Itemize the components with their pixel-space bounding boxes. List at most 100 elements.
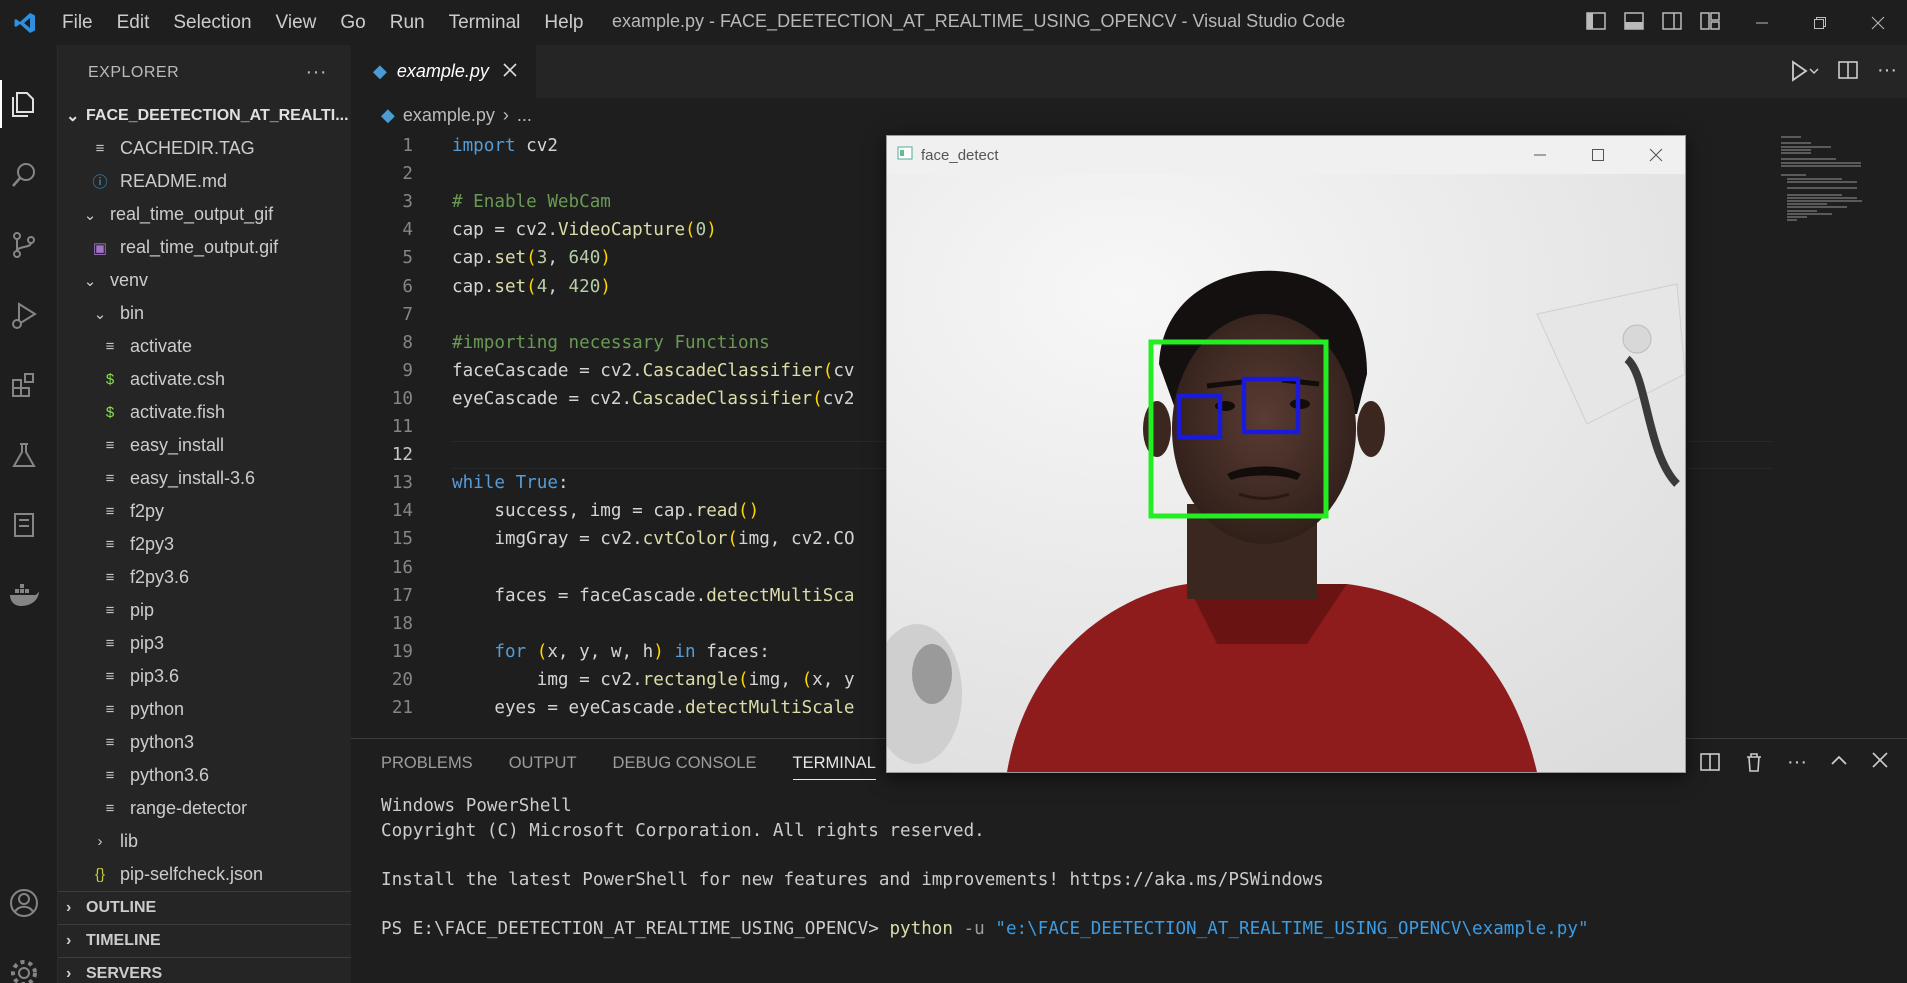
tree-item[interactable]: $ activate.csh xyxy=(58,363,351,396)
editor-actions: ··· xyxy=(1789,59,1897,88)
run-python-file-icon[interactable] xyxy=(1789,59,1819,88)
tree-item[interactable]: ≡ activate xyxy=(58,330,351,363)
code-text: while True: xyxy=(452,473,569,494)
notebook-icon[interactable] xyxy=(0,501,48,549)
tree-item[interactable]: ≡ easy_install-3.6 xyxy=(58,462,351,495)
toggle-primary-sidebar-icon[interactable] xyxy=(1585,10,1609,34)
line-number: 2 xyxy=(402,164,413,185)
file-icon: ≡ xyxy=(105,701,115,718)
file-icon: ≡ xyxy=(95,140,105,157)
section-servers[interactable]: › SERVERS xyxy=(58,957,351,983)
face-window-controls xyxy=(1511,136,1685,174)
search-icon[interactable] xyxy=(0,151,48,199)
tab-example-py[interactable]: ◆ example.py xyxy=(351,45,536,98)
menu-view[interactable]: View xyxy=(264,12,329,34)
breadcrumb-file[interactable]: example.py xyxy=(403,105,495,126)
restore-icon[interactable] xyxy=(1791,0,1849,45)
tree-item[interactable]: ⌄ bin xyxy=(58,297,351,330)
tree-item-label: pip xyxy=(130,600,155,620)
close-icon[interactable] xyxy=(1849,0,1907,45)
menu-edit[interactable]: Edit xyxy=(105,12,162,34)
face-detect-window[interactable]: face_detect xyxy=(886,135,1686,773)
minimap-line xyxy=(1781,145,1831,148)
line-number: 8 xyxy=(402,332,413,353)
terminal-output[interactable]: Windows PowerShell Copyright (C) Microsof… xyxy=(381,794,1589,941)
tree-item[interactable]: ▣ real_time_output.gif xyxy=(58,231,351,264)
tree-item[interactable]: ≡ f2py3 xyxy=(58,528,351,561)
tree-item[interactable]: ≡ f2py xyxy=(58,495,351,528)
tab-output[interactable]: OUTPUT xyxy=(509,754,577,780)
tree-item-label: real_time_output.gif xyxy=(120,237,279,257)
tab-terminal[interactable]: TERMINAL xyxy=(792,754,876,780)
minimap-line xyxy=(1787,216,1807,218)
tree-item[interactable]: ≡ range-detector xyxy=(58,792,351,825)
minimap-line xyxy=(1781,174,1806,177)
tree-item[interactable]: › lib xyxy=(58,825,351,858)
toggle-secondary-sidebar-icon[interactable] xyxy=(1661,10,1685,34)
tab-close-icon[interactable] xyxy=(503,61,517,82)
tree-item[interactable]: ≡ python3.6 xyxy=(58,759,351,792)
settings-gear-icon[interactable] xyxy=(0,949,48,983)
line-number: 9 xyxy=(402,360,413,381)
more-actions-icon[interactable]: ··· xyxy=(1877,59,1897,88)
tree-item[interactable]: ≡ CACHEDIR.TAG xyxy=(58,132,351,165)
minimap[interactable] xyxy=(1777,132,1907,738)
face-detect-titlebar[interactable]: face_detect xyxy=(887,136,1685,174)
maximize-panel-icon[interactable] xyxy=(1829,751,1849,778)
file-icon: ≡ xyxy=(105,536,115,553)
close-icon[interactable] xyxy=(1627,136,1685,174)
account-icon[interactable] xyxy=(0,879,48,927)
testing-icon[interactable] xyxy=(0,431,48,479)
tree-item[interactable]: ⓘ README.md xyxy=(58,165,351,198)
more-actions-icon[interactable]: ··· xyxy=(306,61,327,84)
tree-item[interactable]: ≡ easy_install xyxy=(58,429,351,462)
maximize-icon[interactable] xyxy=(1569,136,1627,174)
source-control-icon[interactable] xyxy=(0,221,48,269)
customize-layout-icon[interactable] xyxy=(1699,10,1723,34)
menu-selection[interactable]: Selection xyxy=(161,12,263,34)
tab-problems[interactable]: PROBLEMS xyxy=(381,754,473,780)
tree-item-label: python xyxy=(130,699,185,719)
tree-item[interactable]: {} pip-selfcheck.json xyxy=(58,858,351,891)
tree-item[interactable]: ≡ f2py3.6 xyxy=(58,561,351,594)
minimize-icon[interactable] xyxy=(1511,136,1569,174)
trash-icon[interactable] xyxy=(1743,751,1765,778)
tree-item[interactable]: ⌄ real_time_output_gif xyxy=(58,198,351,231)
minimap-line xyxy=(1781,164,1861,167)
tree-item-label: activate.csh xyxy=(130,369,226,389)
code-text: eyeCascade = cv2.CascadeClassifier(cv2 xyxy=(452,388,855,409)
minimap-line xyxy=(1787,187,1857,190)
tree-item[interactable]: ≡ python xyxy=(58,693,351,726)
section-timeline[interactable]: › TIMELINE xyxy=(58,924,351,957)
extensions-icon[interactable] xyxy=(0,361,48,409)
tree-item[interactable]: ≡ pip3.6 xyxy=(58,660,351,693)
tree-item[interactable]: ≡ python3 xyxy=(58,726,351,759)
workspace-folder[interactable]: ⌄ FACE_DEETECTION_AT_REALTI... xyxy=(58,100,351,132)
tree-item[interactable]: ⌄ venv xyxy=(58,264,351,297)
tree-item[interactable]: ≡ pip3 xyxy=(58,627,351,660)
file-icon: ▣ xyxy=(92,239,108,257)
menu-go[interactable]: Go xyxy=(328,12,377,34)
split-terminal-icon[interactable] xyxy=(1699,751,1721,778)
section-outline[interactable]: › OUTLINE xyxy=(58,891,351,924)
breadcrumb: ◆ example.py › ... xyxy=(381,101,532,129)
more-actions-icon[interactable]: ··· xyxy=(1787,751,1807,778)
tree-item-label: f2py3.6 xyxy=(130,567,190,587)
tree-item[interactable]: $ activate.fish xyxy=(58,396,351,429)
close-panel-icon[interactable] xyxy=(1871,751,1889,778)
docker-icon[interactable] xyxy=(0,571,48,619)
explorer-icon[interactable] xyxy=(0,80,48,128)
file-icon: ≡ xyxy=(105,602,115,619)
tab-debug-console[interactable]: DEBUG CONSOLE xyxy=(613,754,757,780)
file-icon: ⓘ xyxy=(92,174,108,191)
run-debug-icon[interactable] xyxy=(0,291,48,339)
toggle-panel-icon[interactable] xyxy=(1623,10,1647,34)
tree-item[interactable]: ≡ pip xyxy=(58,594,351,627)
menu-terminal[interactable]: Terminal xyxy=(437,12,533,34)
split-editor-icon[interactable] xyxy=(1837,59,1859,88)
menu-file[interactable]: File xyxy=(50,12,105,34)
menu-run[interactable]: Run xyxy=(378,12,437,34)
menu-help[interactable]: Help xyxy=(532,12,595,34)
breadcrumb-symbol[interactable]: ... xyxy=(517,105,532,126)
minimize-icon[interactable] xyxy=(1733,0,1791,45)
